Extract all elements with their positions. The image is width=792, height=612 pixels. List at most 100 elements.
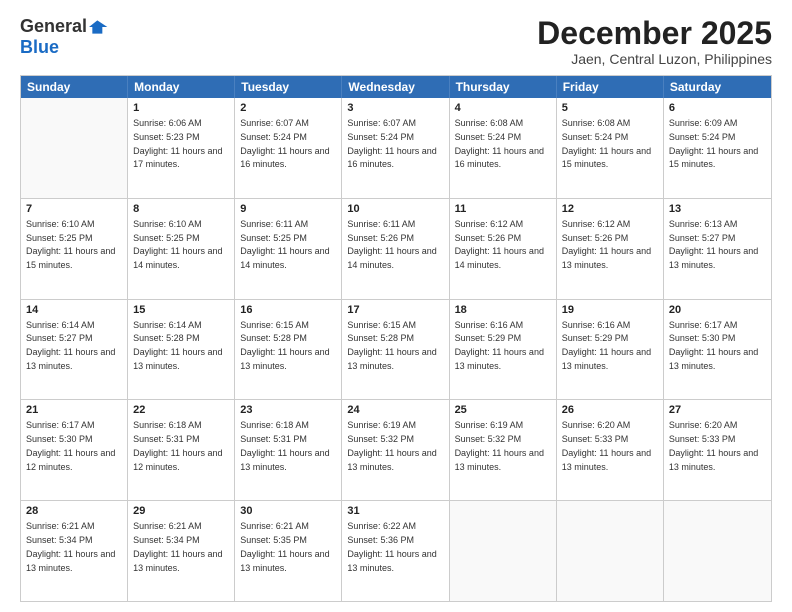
calendar-cell: 15Sunrise: 6:14 AMSunset: 5:28 PMDayligh… xyxy=(128,300,235,400)
cell-info: Sunrise: 6:11 AMSunset: 5:25 PMDaylight:… xyxy=(240,219,329,270)
calendar-cell: 29 Sunrise: 6:21 AMSunset: 5:34 PMDayligh… xyxy=(128,501,235,601)
cell-info: Sunrise: 6:09 AMSunset: 5:24 PMDaylight:… xyxy=(669,118,758,169)
cell-info: Sunrise: 6:13 AMSunset: 5:27 PMDaylight:… xyxy=(669,219,758,270)
calendar-cell: 4 Sunrise: 6:08 AMSunset: 5:24 PMDaylight… xyxy=(450,98,557,198)
calendar-body: 1Sunrise: 6:06 AMSunset: 5:23 PMDaylight… xyxy=(21,98,771,601)
cell-info: Sunrise: 6:20 AMSunset: 5:33 PMDaylight:… xyxy=(562,420,651,471)
header-wednesday: Wednesday xyxy=(342,76,449,98)
page: General Blue December 2025 Jaen, Central… xyxy=(0,0,792,612)
cell-info: Sunrise: 6:20 AMSunset: 5:33 PMDaylight:… xyxy=(669,420,758,471)
calendar-row: 1Sunrise: 6:06 AMSunset: 5:23 PMDaylight… xyxy=(21,98,771,199)
cell-info: Sunrise: 6:08 AMSunset: 5:24 PMDaylight:… xyxy=(455,118,544,169)
day-number: 13 xyxy=(669,202,766,217)
calendar-cell: 31 Sunrise: 6:22 AMSunset: 5:36 PMDayligh… xyxy=(342,501,449,601)
calendar-cell: 10Sunrise: 6:11 AMSunset: 5:26 PMDayligh… xyxy=(342,199,449,299)
calendar-cell: 17 Sunrise: 6:15 AMSunset: 5:28 PMDayligh… xyxy=(342,300,449,400)
day-number: 26 xyxy=(562,403,658,418)
day-number: 20 xyxy=(669,303,766,318)
cell-info: Sunrise: 6:18 AMSunset: 5:31 PMDaylight:… xyxy=(240,420,329,471)
calendar-row: 14 Sunrise: 6:14 AMSunset: 5:27 PMDayligh… xyxy=(21,300,771,401)
calendar-cell: 24 Sunrise: 6:19 AMSunset: 5:32 PMDayligh… xyxy=(342,400,449,500)
cell-info: Sunrise: 6:06 AMSunset: 5:23 PMDaylight:… xyxy=(133,118,222,169)
header-tuesday: Tuesday xyxy=(235,76,342,98)
cell-info: Sunrise: 6:08 AMSunset: 5:24 PMDaylight:… xyxy=(562,118,651,169)
logo-blue: Blue xyxy=(20,37,59,57)
day-number: 7 xyxy=(26,202,122,217)
cell-info: Sunrise: 6:16 AMSunset: 5:29 PMDaylight:… xyxy=(562,320,651,371)
cell-info: Sunrise: 6:15 AMSunset: 5:28 PMDaylight:… xyxy=(347,320,436,371)
calendar-cell: 26 Sunrise: 6:20 AMSunset: 5:33 PMDayligh… xyxy=(557,400,664,500)
location: Jaen, Central Luzon, Philippines xyxy=(537,51,772,67)
day-number: 29 xyxy=(133,504,229,519)
day-number: 12 xyxy=(562,202,658,217)
calendar-cell: 13 Sunrise: 6:13 AMSunset: 5:27 PMDayligh… xyxy=(664,199,771,299)
day-number: 2 xyxy=(240,101,336,116)
calendar-row: 21 Sunrise: 6:17 AMSunset: 5:30 PMDayligh… xyxy=(21,400,771,501)
day-number: 21 xyxy=(26,403,122,418)
day-number: 31 xyxy=(347,504,443,519)
calendar-cell: 18Sunrise: 6:16 AMSunset: 5:29 PMDayligh… xyxy=(450,300,557,400)
calendar-cell: 2 Sunrise: 6:07 AMSunset: 5:24 PMDaylight… xyxy=(235,98,342,198)
calendar-cell: 11 Sunrise: 6:12 AMSunset: 5:26 PMDayligh… xyxy=(450,199,557,299)
cell-info: Sunrise: 6:21 AMSunset: 5:35 PMDaylight:… xyxy=(240,521,329,572)
cell-info: Sunrise: 6:21 AMSunset: 5:34 PMDaylight:… xyxy=(26,521,115,572)
calendar-cell: 20 Sunrise: 6:17 AMSunset: 5:30 PMDayligh… xyxy=(664,300,771,400)
calendar-cell: 12 Sunrise: 6:12 AMSunset: 5:26 PMDayligh… xyxy=(557,199,664,299)
calendar-cell: 19 Sunrise: 6:16 AMSunset: 5:29 PMDayligh… xyxy=(557,300,664,400)
calendar-cell: 1Sunrise: 6:06 AMSunset: 5:23 PMDaylight… xyxy=(128,98,235,198)
cell-info: Sunrise: 6:17 AMSunset: 5:30 PMDaylight:… xyxy=(669,320,758,371)
day-number: 28 xyxy=(26,504,122,519)
calendar-cell xyxy=(450,501,557,601)
cell-info: Sunrise: 6:22 AMSunset: 5:36 PMDaylight:… xyxy=(347,521,436,572)
day-number: 3 xyxy=(347,101,443,116)
day-number: 14 xyxy=(26,303,122,318)
calendar-cell xyxy=(21,98,128,198)
calendar-cell: 14 Sunrise: 6:14 AMSunset: 5:27 PMDayligh… xyxy=(21,300,128,400)
day-number: 4 xyxy=(455,101,551,116)
calendar-cell xyxy=(664,501,771,601)
calendar-cell: 28 Sunrise: 6:21 AMSunset: 5:34 PMDayligh… xyxy=(21,501,128,601)
cell-info: Sunrise: 6:19 AMSunset: 5:32 PMDaylight:… xyxy=(347,420,436,471)
calendar-cell: 7 Sunrise: 6:10 AMSunset: 5:25 PMDaylight… xyxy=(21,199,128,299)
logo: General Blue xyxy=(20,16,109,58)
calendar: Sunday Monday Tuesday Wednesday Thursday… xyxy=(20,75,772,602)
day-number: 16 xyxy=(240,303,336,318)
cell-info: Sunrise: 6:21 AMSunset: 5:34 PMDaylight:… xyxy=(133,521,222,572)
cell-info: Sunrise: 6:07 AMSunset: 5:24 PMDaylight:… xyxy=(347,118,436,169)
day-number: 23 xyxy=(240,403,336,418)
calendar-cell: 5 Sunrise: 6:08 AMSunset: 5:24 PMDaylight… xyxy=(557,98,664,198)
cell-info: Sunrise: 6:14 AMSunset: 5:27 PMDaylight:… xyxy=(26,320,115,371)
cell-info: Sunrise: 6:07 AMSunset: 5:24 PMDaylight:… xyxy=(240,118,329,169)
header-saturday: Saturday xyxy=(664,76,771,98)
header-sunday: Sunday xyxy=(21,76,128,98)
calendar-cell: 22 Sunrise: 6:18 AMSunset: 5:31 PMDayligh… xyxy=(128,400,235,500)
calendar-cell: 30Sunrise: 6:21 AMSunset: 5:35 PMDayligh… xyxy=(235,501,342,601)
day-number: 17 xyxy=(347,303,443,318)
calendar-cell: 16Sunrise: 6:15 AMSunset: 5:28 PMDayligh… xyxy=(235,300,342,400)
day-number: 8 xyxy=(133,202,229,217)
calendar-row: 28 Sunrise: 6:21 AMSunset: 5:34 PMDayligh… xyxy=(21,501,771,601)
day-number: 5 xyxy=(562,101,658,116)
calendar-cell: 23 Sunrise: 6:18 AMSunset: 5:31 PMDayligh… xyxy=(235,400,342,500)
cell-info: Sunrise: 6:18 AMSunset: 5:31 PMDaylight:… xyxy=(133,420,222,471)
calendar-cell: 9 Sunrise: 6:11 AMSunset: 5:25 PMDaylight… xyxy=(235,199,342,299)
cell-info: Sunrise: 6:12 AMSunset: 5:26 PMDaylight:… xyxy=(562,219,651,270)
cell-info: Sunrise: 6:10 AMSunset: 5:25 PMDaylight:… xyxy=(26,219,115,270)
day-number: 18 xyxy=(455,303,551,318)
calendar-cell: 21 Sunrise: 6:17 AMSunset: 5:30 PMDayligh… xyxy=(21,400,128,500)
day-number: 27 xyxy=(669,403,766,418)
day-number: 24 xyxy=(347,403,443,418)
day-number: 6 xyxy=(669,101,766,116)
day-number: 22 xyxy=(133,403,229,418)
day-number: 11 xyxy=(455,202,551,217)
day-number: 25 xyxy=(455,403,551,418)
day-number: 9 xyxy=(240,202,336,217)
day-number: 19 xyxy=(562,303,658,318)
header-monday: Monday xyxy=(128,76,235,98)
calendar-cell xyxy=(557,501,664,601)
cell-info: Sunrise: 6:11 AMSunset: 5:26 PMDaylight:… xyxy=(347,219,436,270)
calendar-cell: 3 Sunrise: 6:07 AMSunset: 5:24 PMDaylight… xyxy=(342,98,449,198)
header-thursday: Thursday xyxy=(450,76,557,98)
cell-info: Sunrise: 6:17 AMSunset: 5:30 PMDaylight:… xyxy=(26,420,115,471)
cell-info: Sunrise: 6:12 AMSunset: 5:26 PMDaylight:… xyxy=(455,219,544,270)
